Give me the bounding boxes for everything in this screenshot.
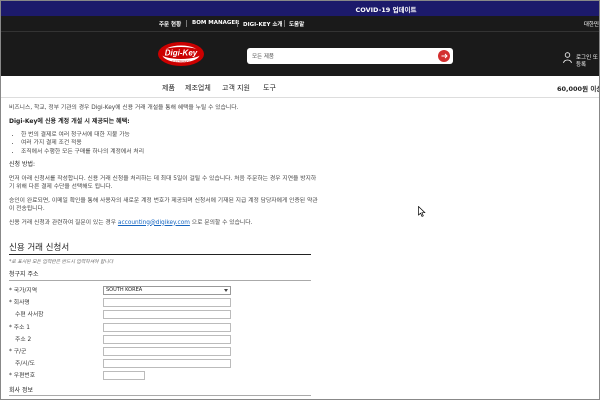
address1-label: * 주소 1 — [9, 325, 30, 331]
chevron-down-icon — [224, 289, 228, 292]
covid-banner-text[interactable]: COVID-19 업데이트 — [355, 4, 416, 14]
top-nav-bom-manager[interactable]: BOM MANAGER — [192, 20, 239, 26]
billing-section-heading: 청구지 주소 — [9, 271, 39, 278]
account-menu[interactable]: 로그인 또 등록 — [563, 52, 599, 76]
account-register-label[interactable]: 등록 — [576, 60, 586, 68]
top-nav-divider — [237, 20, 238, 27]
contact-prefix: 신용 거래 신청과 관련하여 질문이 있는 경우 — [9, 219, 117, 226]
company-section-divider — [9, 395, 311, 396]
covid-banner[interactable]: COVID-19 업데이트 — [1, 1, 599, 16]
mouse-cursor-icon — [418, 206, 426, 217]
country-label: * 국가/지역 — [9, 288, 38, 294]
method-heading: 신청 방법: — [9, 161, 36, 169]
top-nav-divider — [284, 20, 285, 27]
attention-label: 수편 사서함 — [15, 312, 44, 318]
region-selector[interactable]: 대한민 — [584, 20, 599, 28]
benefits-list: 한 번의 결제로 여러 청구서에 대한 지불 가능 여러 가지 결제 조건 적용… — [21, 131, 319, 156]
top-nav-about[interactable]: DIGI-KEY 소개 — [243, 20, 283, 28]
state-label: 주/시/도 — [15, 361, 35, 367]
required-note: *로 표시된 모든 입력란은 반드시 입력하셔야 합니다 — [9, 260, 114, 265]
city-label: * 구/군 — [9, 349, 27, 355]
billing-section-divider — [9, 280, 311, 281]
company-label: * 회사명 — [9, 300, 30, 306]
address2-label: 주소 2 — [15, 337, 32, 343]
postal-input[interactable] — [103, 371, 145, 380]
top-nav-order-status[interactable]: 주문 현황 — [159, 20, 181, 28]
contact-suffix: 으로 문의할 수 있습니다. — [191, 219, 253, 226]
main-nav: 제품 제조업체 고객 지원 도구 60,000원 이상 — [1, 76, 599, 98]
accounting-email-link[interactable]: accounting@digikey.com — [118, 220, 190, 226]
site-header: 주문 현황 BOM MANAGER DIGI-KEY 소개 도움말 대한민 Di… — [1, 16, 599, 76]
nav-support[interactable]: 고객 지원 — [222, 83, 250, 93]
attention-input[interactable] — [103, 310, 231, 319]
country-select-value: SOUTH KOREA — [106, 287, 143, 293]
benefits-heading: Digi-Key에 신용 계정 개설 시 제공되는 혜택: — [9, 118, 130, 126]
arrow-right-icon — [441, 53, 448, 59]
digikey-logo[interactable]: Digi-Key ELECTRONICS — [157, 41, 205, 67]
form-title: 신용 거래 신청서 — [9, 243, 70, 253]
contact-text: 신용 거래 신청과 관련하여 질문이 있는 경우 accounting@digi… — [9, 219, 319, 227]
search-placeholder: 모든 제품 — [252, 54, 274, 60]
nav-manufacturers[interactable]: 제조업체 — [185, 83, 211, 93]
postal-label: * 우편번호 — [9, 373, 36, 379]
nav-tools[interactable]: 도구 — [263, 83, 276, 93]
address1-input[interactable] — [103, 323, 231, 332]
company-section-heading: 회사 정보 — [9, 387, 33, 394]
benefit-item: 여러 가지 결제 조건 적용 — [21, 139, 319, 147]
state-input[interactable] — [103, 359, 231, 368]
intro-text: 비즈니스, 학교, 정부 기관의 경우 Digi-Key에 신용 거래 개설을 … — [9, 105, 239, 111]
method-text: 먼저 아래 신청서를 작성합니다. 신용 거래 신청을 처리하는 데 최대 5일… — [9, 175, 317, 191]
country-select[interactable]: SOUTH KOREA — [103, 286, 231, 295]
browser-viewport: COVID-19 업데이트 주문 현황 BOM MANAGER DIGI-KEY… — [0, 0, 600, 400]
top-nav: 주문 현황 BOM MANAGER DIGI-KEY 소개 도움말 대한민 — [1, 16, 599, 32]
benefit-item: 한 번의 결제로 여러 청구서에 대한 지불 가능 — [21, 131, 319, 139]
top-nav-divider — [186, 20, 187, 27]
logo-subtext: ELECTRONICS — [172, 61, 190, 64]
city-input[interactable] — [103, 347, 231, 356]
address2-input[interactable] — [103, 335, 231, 344]
search-input[interactable]: 모든 제품 — [247, 48, 453, 64]
user-icon — [563, 52, 572, 64]
free-shipping-promo[interactable]: 60,000원 이상 — [557, 83, 599, 93]
company-input[interactable] — [103, 298, 231, 307]
logo-text: Digi-Key — [165, 49, 198, 58]
benefit-item: 조직에서 수행한 모든 구매를 하나의 계정에서 처리 — [21, 148, 319, 156]
search-submit-button[interactable] — [438, 50, 450, 62]
top-nav-help[interactable]: 도움말 — [289, 20, 304, 28]
form-title-divider — [9, 254, 311, 255]
nav-products[interactable]: 제품 — [162, 83, 175, 93]
approval-text: 승인이 완료되면, 이메일 확인을 통해 사용자의 새로운 계정 번호가 제공되… — [9, 197, 318, 213]
credit-info-section: 비즈니스, 학교, 정부 기관의 경우 Digi-Key에 신용 거래 개설을 … — [9, 104, 319, 227]
